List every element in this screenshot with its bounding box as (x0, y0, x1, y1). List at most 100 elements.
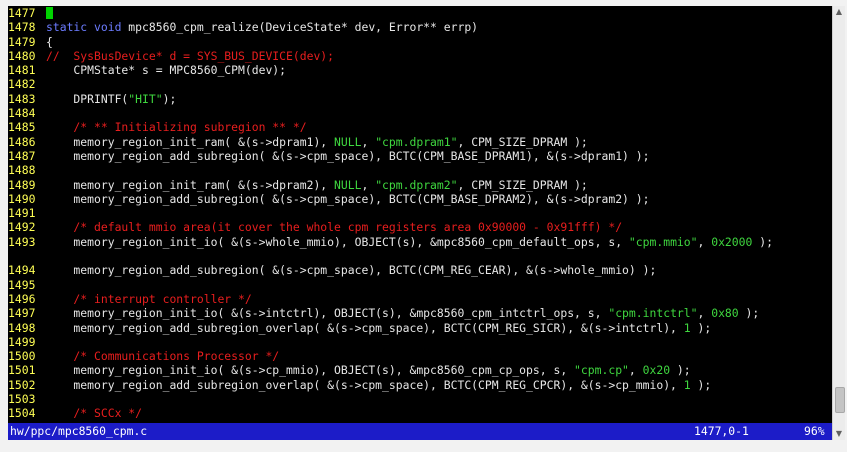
line-number: 1481 (8, 63, 36, 78)
code-line[interactable]: 1478 static void mpc8560_cpm_realize(Devi… (8, 20, 832, 34)
code-line[interactable]: 1494 memory_region_add_subregion( &(s->c… (8, 263, 832, 277)
code-token-code: CPMState* s = MPC8560_CPM(dev); (46, 63, 287, 78)
line-number: 1478 (8, 20, 36, 35)
code-line[interactable]: 1493 memory_region_init_io( &(s->whole_m… (8, 235, 832, 249)
code-token-str: "cpm.cp" (574, 363, 629, 378)
text-cursor (46, 7, 53, 19)
line-number: 1496 (8, 291, 36, 306)
code-line[interactable]: 1498 memory_region_add_subregion_overlap… (8, 321, 832, 335)
line-number: 1480 (8, 48, 36, 63)
code-token-code: ); (690, 320, 712, 335)
code-token-str: "cpm.dpram2" (375, 177, 458, 192)
code-token-num: 0x80 (711, 306, 739, 321)
code-line[interactable]: 1491 (8, 206, 832, 220)
code-token-code: memory_region_add_subregion( &(s->cpm_sp… (46, 191, 650, 206)
line-number: 1491 (8, 206, 36, 221)
line-number: 1503 (8, 392, 36, 407)
code-line[interactable]: 1488 (8, 163, 832, 177)
line-number: 1489 (8, 177, 36, 192)
line-number: 1483 (8, 91, 36, 106)
code-token-code: memory_region_add_subregion_overlap( &(s… (46, 377, 684, 392)
code-line[interactable]: 1499 (8, 335, 832, 349)
code-line[interactable]: 1483 DPRINTF("HIT"); (8, 92, 832, 106)
code-line[interactable]: 1481 CPMState* s = MPC8560_CPM(dev); (8, 63, 832, 77)
code-token-code: , (697, 234, 712, 249)
code-token-cm: /* Communications Processor */ (46, 349, 280, 364)
code-token-code: ); (690, 377, 712, 392)
line-number: 1502 (8, 377, 36, 392)
code-token-code: , (361, 177, 376, 192)
code-token-code: memory_region_init_ram( &(s->dpram2), (46, 177, 335, 192)
code-line[interactable]: 1477 (8, 6, 832, 20)
scrollbar-thumb[interactable] (835, 387, 845, 413)
code-line[interactable]: 1487 memory_region_add_subregion( &(s->c… (8, 149, 832, 163)
status-bar: hw/ppc/mpc8560_cpm.c 1477,0-1 96% (8, 423, 832, 440)
code-token-code: , CPM_SIZE_DPRAM ); (457, 134, 588, 149)
code-token-str: "HIT" (128, 91, 163, 106)
code-line[interactable]: 1479 { (8, 35, 832, 49)
code-line[interactable] (8, 249, 832, 263)
code-token-code: memory_region_add_subregion_overlap( &(s… (46, 320, 684, 335)
line-number: 1484 (8, 106, 36, 121)
code-line[interactable]: 1500 /* Communications Processor */ (8, 349, 832, 363)
code-token-code: ); (738, 306, 760, 321)
code-token-code: ); (162, 91, 177, 106)
code-token-code: memory_region_init_io( &(s->intctrl), OB… (46, 306, 609, 321)
code-line[interactable]: 1503 (8, 392, 832, 406)
code-line[interactable]: 1495 (8, 278, 832, 292)
code-line[interactable]: 1490 memory_region_add_subregion( &(s->c… (8, 192, 832, 206)
code-line[interactable]: 1485 /* ** Initializing subregion ** */ (8, 120, 832, 134)
line-number: 1498 (8, 320, 36, 335)
code-line[interactable]: 1484 (8, 106, 832, 120)
line-number: 1482 (8, 77, 36, 92)
code-line[interactable]: 1501 memory_region_init_io( &(s->cp_mmio… (8, 363, 832, 377)
code-line[interactable]: 1492 /* default mmio area(it cover the w… (8, 220, 832, 234)
code-line[interactable]: 1497 memory_region_init_io( &(s->intctrl… (8, 306, 832, 320)
code-token-code: memory_region_add_subregion( &(s->cpm_sp… (46, 263, 657, 278)
line-number: 1490 (8, 191, 36, 206)
code-token-num: 1 (683, 377, 691, 392)
status-scroll-percent: 96% (804, 424, 825, 438)
line-number: 1501 (8, 363, 36, 378)
code-token-str: "cpm.dpram1" (375, 134, 458, 149)
code-token-code: mpc8560_cpm_realize(DeviceState* dev, Er… (121, 20, 479, 35)
code-token-cm: /* SCCx */ (46, 406, 143, 421)
line-number: 1485 (8, 120, 36, 135)
code-token-code: DPRINTF( (46, 91, 129, 106)
vertical-scrollbar[interactable]: ▲ ▼ (832, 6, 845, 440)
code-token-code: , (361, 134, 376, 149)
code-token-str: "cpm.intctrl" (608, 306, 698, 321)
line-number: 1492 (8, 220, 36, 235)
code-line[interactable]: 1502 memory_region_add_subregion_overlap… (8, 378, 832, 392)
code-line[interactable]: 1480 // SysBusDevice* d = SYS_BUS_DEVICE(… (8, 49, 832, 63)
code-line[interactable]: 1482 (8, 77, 832, 91)
code-token-code: memory_region_init_io( &(s->whole_mmio),… (46, 234, 629, 249)
code-token-code: memory_region_add_subregion( &(s->cpm_sp… (46, 148, 650, 163)
line-number: 1477 (8, 6, 36, 20)
code-token-cm: // SysBusDevice* d = SYS_BUS_DEVICE(dev)… (46, 48, 335, 63)
status-cursor-position: 1477,0-1 (694, 424, 749, 438)
code-token-kw: static void (46, 20, 122, 35)
code-token-num: 0x20 (642, 363, 671, 378)
line-number: 1495 (8, 277, 36, 292)
code-line[interactable]: 1496 /* interrupt controller */ (8, 292, 832, 306)
code-editor[interactable]: 1477 1478 static void mpc8560_cpm_realize(… (8, 6, 832, 435)
code-token-code: memory_region_init_io( &(s->cp_mmio), OB… (46, 363, 575, 378)
code-token-cm: /* ** Initializing subregion ** */ (46, 120, 307, 135)
code-token-code: , CPM_SIZE_DPRAM ); (457, 177, 588, 192)
terminal-window[interactable]: 1477 1478 static void mpc8560_cpm_realize(… (8, 6, 832, 440)
line-number: 1494 (8, 263, 36, 278)
scroll-up-icon[interactable]: ▲ (833, 6, 845, 18)
code-token-str: "cpm.mmio" (628, 234, 698, 249)
code-token-cm: /* interrupt controller */ (46, 291, 252, 306)
code-token-code: ); (752, 234, 773, 249)
code-line[interactable]: 1486 memory_region_init_ram( &(s->dpram1… (8, 135, 832, 149)
code-token-num: 1 (683, 320, 691, 335)
code-token-str: NULL (334, 177, 362, 192)
code-line[interactable]: 1504 /* SCCx */ (8, 406, 832, 420)
scroll-down-icon[interactable]: ▼ (833, 428, 845, 440)
code-token-code: { (46, 34, 53, 49)
code-line[interactable]: 1489 memory_region_init_ram( &(s->dpram2… (8, 178, 832, 192)
code-token-str: NULL (334, 134, 362, 149)
line-number: 1486 (8, 134, 36, 149)
